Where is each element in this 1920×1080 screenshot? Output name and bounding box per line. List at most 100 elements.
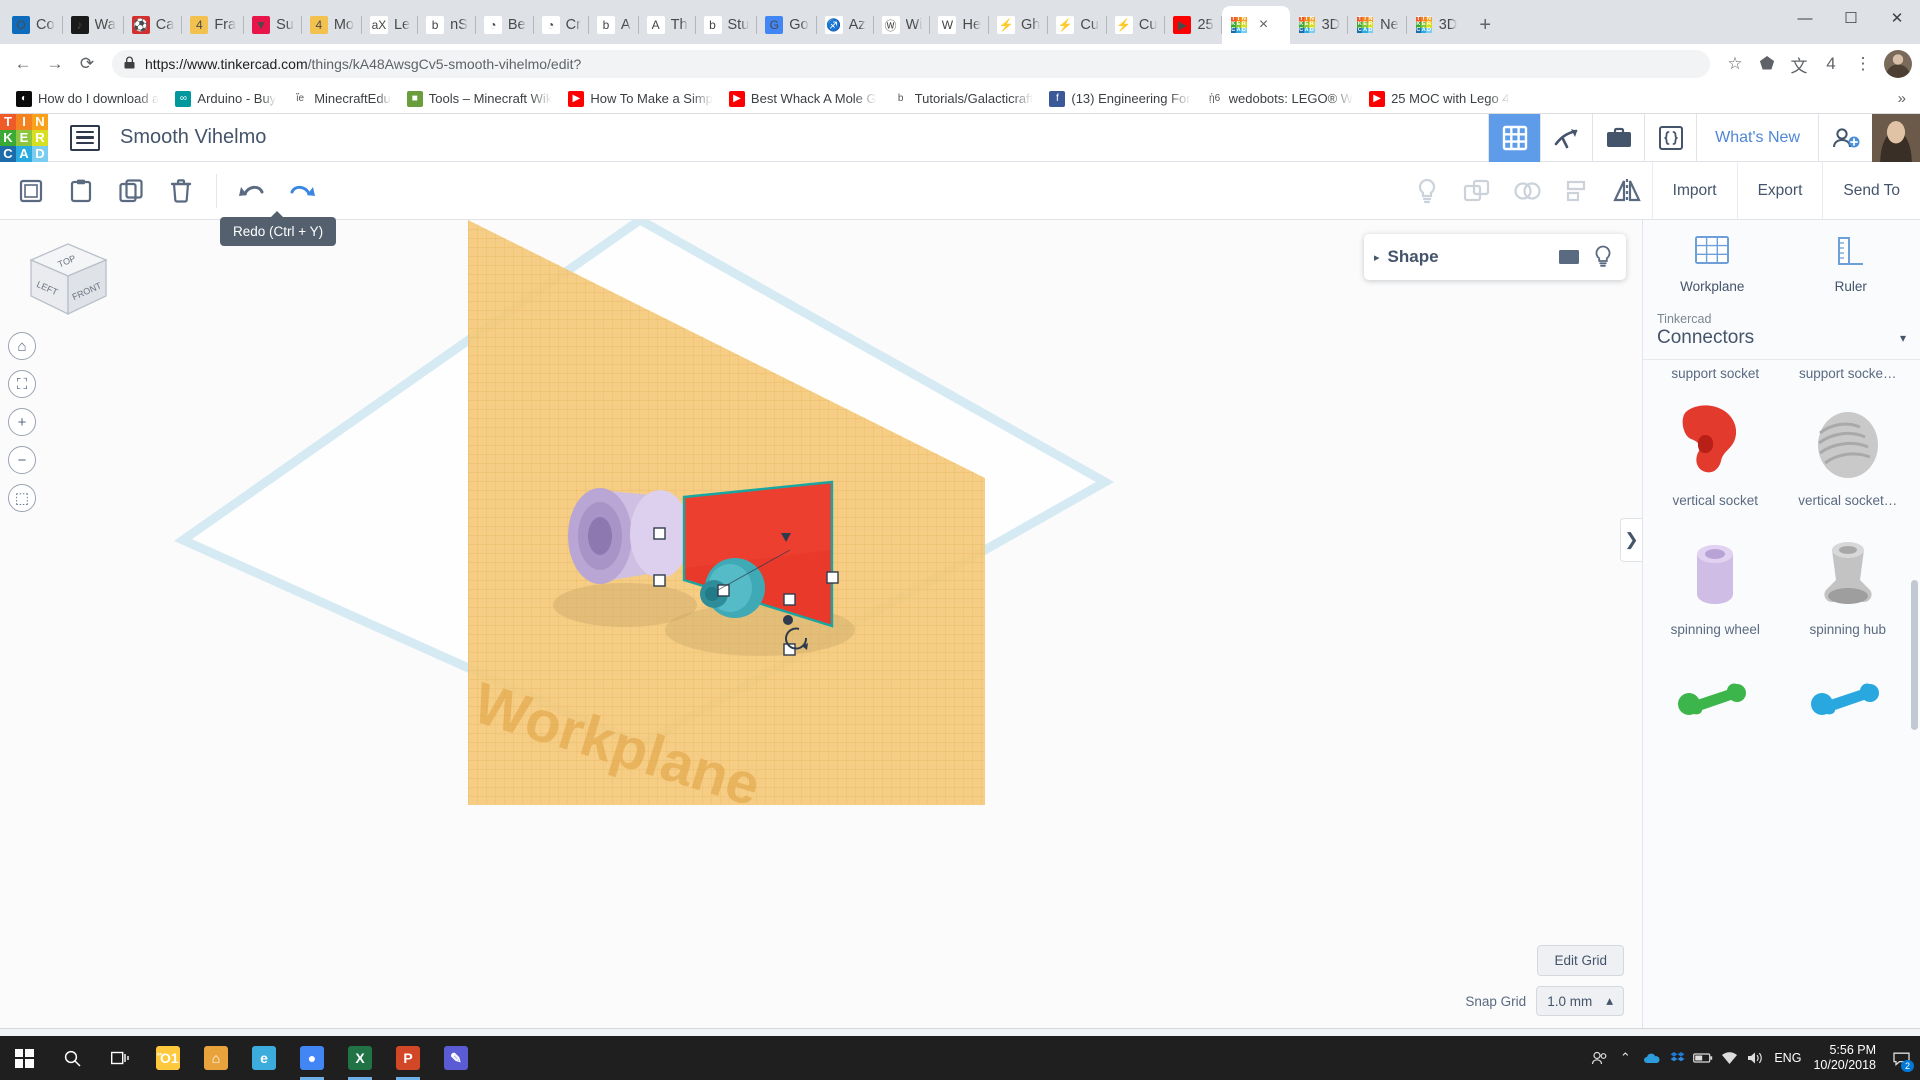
- browser-tab[interactable]: ὜bA: [589, 6, 639, 44]
- bookmarks-overflow-button[interactable]: »: [1892, 90, 1912, 107]
- fit-to-view-button[interactable]: ⛶: [8, 370, 36, 398]
- align-icon[interactable]: [1552, 162, 1602, 220]
- notifications-button[interactable]: 2: [1886, 1036, 1916, 1080]
- ungroup-icon[interactable]: [1502, 162, 1552, 220]
- redo-icon[interactable]: [277, 162, 327, 220]
- workplane-tool[interactable]: Workplane: [1643, 220, 1782, 304]
- browser-tab[interactable]: ⚡Cu: [1048, 6, 1107, 44]
- shape-inspector-panel[interactable]: ▸ Shape: [1364, 234, 1626, 280]
- browser-tab[interactable]: ♐Az: [817, 6, 874, 44]
- close-tab-icon[interactable]: ×: [1254, 15, 1274, 35]
- browser-tab[interactable]: aXLe: [362, 6, 418, 44]
- task-view-icon[interactable]: [96, 1036, 144, 1080]
- new-tab-button[interactable]: +: [1471, 11, 1499, 39]
- powerpoint-icon[interactable]: P: [384, 1036, 432, 1080]
- chrome-menu-icon[interactable]: ⋮: [1848, 49, 1878, 79]
- library-selector[interactable]: Tinkercad Connectors ▾: [1643, 304, 1920, 360]
- ruler-tool[interactable]: Ruler: [1782, 220, 1920, 304]
- shape-library-item[interactable]: support socke…: [1786, 364, 1911, 389]
- page-title[interactable]: Smooth Vihelmo: [120, 126, 266, 149]
- shape-library-item[interactable]: [1653, 647, 1778, 761]
- excel-icon[interactable]: X: [336, 1036, 384, 1080]
- ortho-perspective-button[interactable]: ⬚: [8, 484, 36, 512]
- gallery-icon[interactable]: [1592, 114, 1644, 162]
- bookmark-item[interactable]: ■Tools – Minecraft Wik: [399, 88, 561, 110]
- home-view-button[interactable]: ⌂: [8, 332, 36, 360]
- file-explorer-icon[interactable]: Ὄ1: [144, 1036, 192, 1080]
- panel-scrollbar[interactable]: [1911, 580, 1918, 730]
- chevron-down-icon[interactable]: ▾: [1900, 331, 1906, 345]
- address-bar[interactable]: https://www.tinkercad.com/things/kA48Aws…: [112, 50, 1710, 78]
- codeblocks-brackets-icon[interactable]: [1644, 114, 1696, 162]
- shape-library-item[interactable]: [1786, 647, 1911, 761]
- bookmark-item[interactable]: ▶Best Whack A Mole G: [721, 88, 885, 110]
- bookmark-star-icon[interactable]: ☆: [1720, 49, 1750, 79]
- profile-icon[interactable]: ὆4: [1816, 49, 1846, 79]
- browser-tab[interactable]: TINKERCADNe: [1348, 6, 1407, 44]
- browser-tab[interactable]: ὆4Fra: [182, 6, 244, 44]
- browser-tab[interactable]: ⚡Gh: [989, 6, 1048, 44]
- browser-tab[interactable]: ⚡Cu: [1107, 6, 1166, 44]
- wifi-tray-icon[interactable]: [1716, 1036, 1742, 1080]
- mirror-icon[interactable]: [1602, 162, 1652, 220]
- bookmark-item[interactable]: ὜bTutorials/Galacticraft: [885, 88, 1042, 110]
- onedrive-tray-icon[interactable]: [1638, 1036, 1664, 1080]
- snap-grid-select[interactable]: 1.0 mm ▴: [1536, 986, 1624, 1016]
- collapse-panel-handle[interactable]: ❯: [1620, 518, 1642, 562]
- whats-new-link[interactable]: What's New: [1696, 114, 1818, 162]
- bookmark-item[interactable]: ᾑ6wedobots: LEGO® W: [1199, 88, 1361, 110]
- browser-tab[interactable]: OCo: [4, 6, 63, 44]
- minimize-window-button[interactable]: —: [1782, 0, 1828, 36]
- bookmark-item[interactable]: ἴeMinecraftEdu: [284, 88, 399, 110]
- edge-icon[interactable]: e: [240, 1036, 288, 1080]
- copy-icon[interactable]: [6, 162, 56, 220]
- browser-tab[interactable]: ὆4Mo: [302, 6, 362, 44]
- hole-icon[interactable]: [1402, 162, 1452, 220]
- browser-tab[interactable]: ⚽Ca: [124, 6, 183, 44]
- 3d-canvas[interactable]: Workplane: [0, 220, 1642, 1028]
- paint3d-icon[interactable]: ✎: [432, 1036, 480, 1080]
- browser-tab[interactable]: ὜bStu: [696, 6, 758, 44]
- hole-bulb-icon[interactable]: [1590, 244, 1616, 270]
- browser-tab-active[interactable]: TINKERCAD×: [1222, 6, 1290, 44]
- edit-grid-button[interactable]: Edit Grid: [1537, 945, 1624, 976]
- browser-tab[interactable]: ◔Be: [476, 6, 534, 44]
- start-button[interactable]: [0, 1036, 48, 1080]
- zoom-out-button[interactable]: −: [8, 446, 36, 474]
- chrome-icon[interactable]: ●: [288, 1036, 336, 1080]
- browser-tab[interactable]: WHe: [930, 6, 989, 44]
- browser-tab[interactable]: TINKERCAD3D: [1407, 6, 1466, 44]
- volume-tray-icon[interactable]: [1742, 1036, 1768, 1080]
- battery-tray-icon[interactable]: [1690, 1036, 1716, 1080]
- import-button[interactable]: Import: [1652, 162, 1737, 220]
- bookmark-item[interactable]: f(13) Engineering For: [1041, 88, 1198, 110]
- browser-tab[interactable]: ATh: [639, 6, 696, 44]
- duplicate-icon[interactable]: [106, 162, 156, 220]
- home-icon[interactable]: ⌂: [192, 1036, 240, 1080]
- clock[interactable]: 5:56 PM 10/20/2018: [1807, 1043, 1886, 1073]
- group-icon[interactable]: [1452, 162, 1502, 220]
- send-to-button[interactable]: Send To: [1822, 162, 1920, 220]
- blocks-view-icon[interactable]: [1488, 114, 1540, 162]
- add-person-icon[interactable]: [1818, 114, 1872, 162]
- zoom-in-button[interactable]: +: [8, 408, 36, 436]
- maximize-window-button[interactable]: ☐: [1828, 0, 1874, 36]
- reload-icon[interactable]: ⟳: [72, 49, 102, 79]
- shape-grid[interactable]: support socketsupport socke…vertical soc…: [1643, 360, 1920, 1028]
- back-icon[interactable]: ←: [8, 49, 38, 79]
- shape-library-item[interactable]: vertical socket: [1653, 389, 1778, 518]
- browser-tab[interactable]: ▶25: [1165, 6, 1221, 44]
- view-cube[interactable]: TOP LEFT FRONT: [18, 238, 118, 328]
- people-icon[interactable]: [1586, 1036, 1612, 1080]
- bookmark-item[interactable]: ∞Arduino - Buy: [167, 88, 284, 110]
- shape-library-item[interactable]: vertical socket…: [1786, 389, 1911, 518]
- translate-icon[interactable]: 文: [1784, 49, 1814, 79]
- search-icon[interactable]: [48, 1036, 96, 1080]
- shape-library-item[interactable]: support socket: [1653, 364, 1778, 389]
- bookmark-item[interactable]: ▶25 MOC with Lego 4: [1361, 88, 1518, 110]
- project-list-icon[interactable]: [70, 125, 100, 151]
- browser-tab[interactable]: GGo: [757, 6, 816, 44]
- browser-tab[interactable]: ◔Cr: [534, 6, 589, 44]
- avatar[interactable]: [1884, 50, 1912, 78]
- tinkercad-logo[interactable]: TINKERCAD: [0, 114, 48, 162]
